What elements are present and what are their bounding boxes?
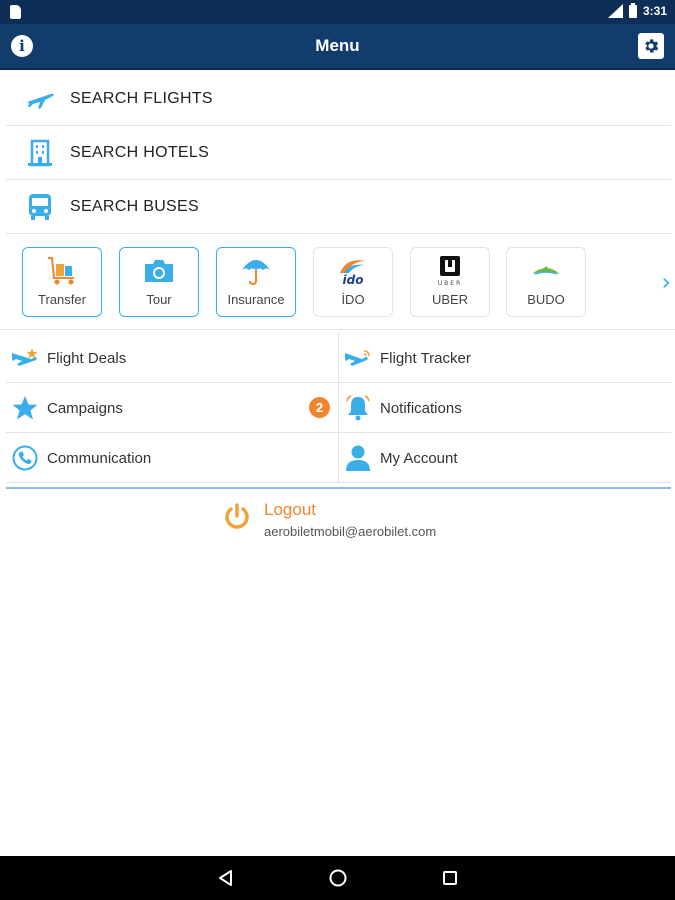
menu-grid-row-2: Campaigns 2 Notifications bbox=[6, 383, 671, 433]
gear-icon bbox=[645, 39, 659, 53]
recents-icon bbox=[443, 871, 457, 885]
status-icons: 3:31 bbox=[607, 2, 667, 18]
bell-icon bbox=[344, 394, 372, 422]
back-button[interactable] bbox=[216, 868, 236, 888]
menu-grid-row-1: Flight Deals Flight Tracker bbox=[6, 333, 671, 383]
tile-tour-label: Tour bbox=[146, 292, 172, 307]
tile-uber-label: UBER bbox=[431, 292, 469, 307]
star-icon bbox=[11, 394, 39, 422]
power-icon bbox=[225, 503, 249, 529]
status-time: 3:31 bbox=[642, 4, 667, 18]
luggage-cart-icon bbox=[23, 254, 101, 288]
section-divider bbox=[6, 487, 671, 489]
user-icon bbox=[344, 444, 372, 472]
search-flights-label: SEARCH FLIGHTS bbox=[70, 89, 213, 107]
tile-uber[interactable]: UBER UBER bbox=[410, 247, 490, 317]
flight-deals-item[interactable]: Flight Deals bbox=[11, 333, 336, 383]
ido-logo-text: ido bbox=[343, 273, 364, 287]
home-icon bbox=[329, 869, 347, 887]
notifications-item[interactable]: Notifications bbox=[344, 383, 669, 433]
tile-transfer[interactable]: Transfer bbox=[22, 247, 102, 317]
tile-insurance[interactable]: Insurance bbox=[216, 247, 296, 317]
system-nav-bar bbox=[0, 856, 675, 900]
my-account-item[interactable]: My Account bbox=[344, 433, 669, 483]
flight-tracker-icon bbox=[344, 344, 372, 372]
notifications-label: Notifications bbox=[380, 399, 462, 417]
logout-label: Logout bbox=[264, 500, 316, 519]
search-hotels-label: SEARCH HOTELS bbox=[70, 143, 210, 161]
search-buses-label: SEARCH BUSES bbox=[70, 197, 199, 215]
communication-label: Communication bbox=[47, 449, 152, 467]
uber-logo: UBER bbox=[411, 254, 489, 288]
search-flights-row[interactable]: SEARCH FLIGHTS bbox=[6, 72, 671, 126]
campaigns-label: Campaigns bbox=[47, 399, 123, 417]
umbrella-icon bbox=[217, 254, 295, 288]
menu-grid-row-3: Communication My Account bbox=[6, 433, 671, 483]
camera-icon bbox=[120, 254, 198, 288]
signal-icon bbox=[607, 4, 623, 18]
flight-deals-label: Flight Deals bbox=[47, 349, 127, 367]
account-email: aerobiletmobil@aerobilet.com bbox=[264, 524, 437, 539]
service-tiles: Transfer Tour Insurance ido İDO UBER UBE… bbox=[0, 234, 675, 330]
ido-logo: ido bbox=[314, 254, 392, 288]
chevron-right-icon[interactable]: › bbox=[661, 268, 671, 296]
my-account-label: My Account bbox=[380, 449, 458, 467]
communication-item[interactable]: Communication bbox=[11, 433, 336, 483]
recents-button[interactable] bbox=[440, 868, 460, 888]
tile-insurance-label: Insurance bbox=[227, 292, 285, 307]
flight-tracker-label: Flight Tracker bbox=[380, 349, 471, 367]
budo-logo-icon bbox=[507, 254, 585, 288]
hotel-icon bbox=[16, 138, 64, 168]
sd-card-icon bbox=[10, 5, 21, 19]
notification-count-badge: 2 bbox=[309, 397, 330, 418]
tile-transfer-label: Transfer bbox=[38, 292, 86, 307]
campaigns-item[interactable]: Campaigns 2 bbox=[11, 383, 336, 433]
search-hotels-row[interactable]: SEARCH HOTELS bbox=[6, 126, 671, 180]
settings-button[interactable] bbox=[638, 33, 664, 59]
status-bar: 3:31 bbox=[0, 0, 675, 24]
app-bar: i Menu bbox=[0, 24, 675, 70]
flight-tracker-item[interactable]: Flight Tracker bbox=[344, 333, 669, 383]
battery-icon bbox=[628, 2, 637, 18]
tile-budo-label: BUDO bbox=[527, 292, 565, 307]
uber-logo-text: UBER bbox=[438, 280, 462, 287]
plane-icon bbox=[16, 84, 64, 114]
page-title: Menu bbox=[315, 36, 360, 55]
tile-ido[interactable]: ido İDO bbox=[313, 247, 393, 317]
bus-icon bbox=[16, 192, 64, 222]
home-button[interactable] bbox=[328, 868, 348, 888]
tile-budo[interactable]: BUDO bbox=[506, 247, 586, 317]
logout-button[interactable]: Logout aerobiletmobil@aerobilet.com bbox=[222, 498, 522, 546]
tile-tour[interactable]: Tour bbox=[119, 247, 199, 317]
back-icon bbox=[219, 870, 232, 886]
phone-icon bbox=[11, 444, 39, 472]
tile-ido-label: İDO bbox=[341, 292, 365, 307]
search-buses-row[interactable]: SEARCH BUSES bbox=[6, 180, 671, 234]
flight-deals-icon bbox=[11, 344, 39, 372]
